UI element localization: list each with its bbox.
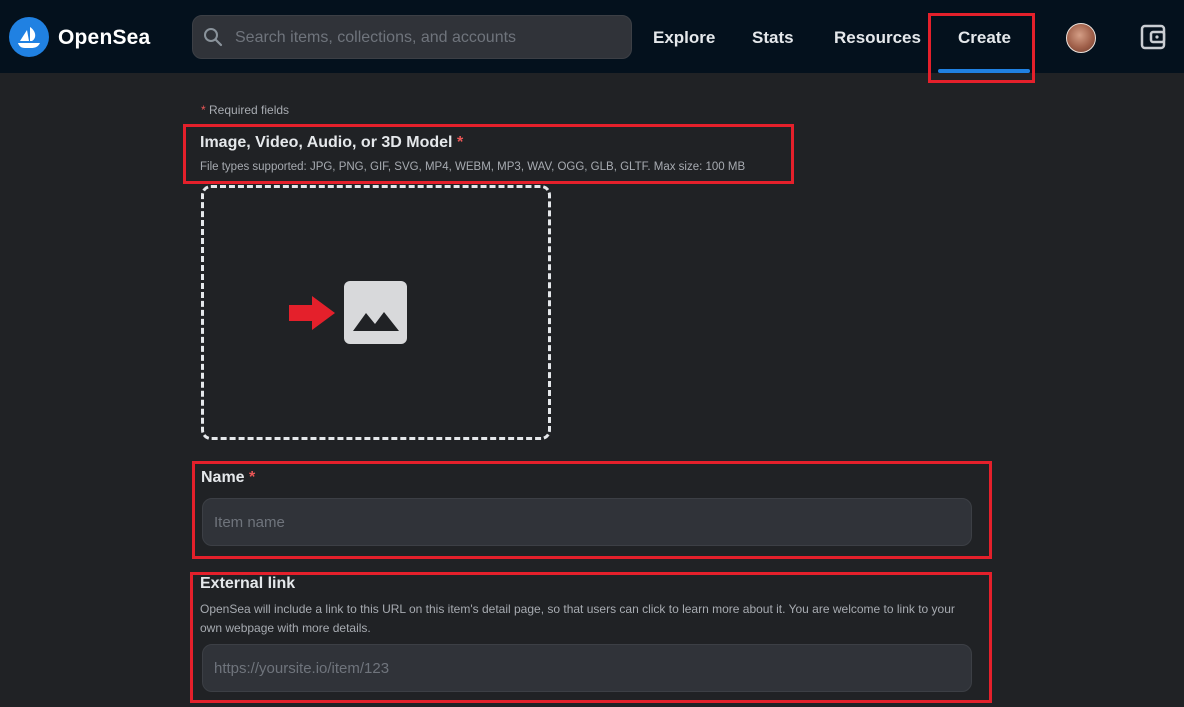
create-tab-highlight (928, 13, 1035, 83)
external-link-label: External link (200, 575, 296, 592)
name-label: Name * (201, 469, 255, 487)
external-link-input[interactable] (202, 644, 972, 692)
external-link-description: OpenSea will include a link to this URL … (200, 602, 955, 635)
opensea-logo-icon[interactable] (9, 17, 49, 57)
name-label-text: Name (201, 469, 245, 486)
item-name-input[interactable] (202, 498, 972, 546)
image-placeholder-icon[interactable] (344, 281, 407, 344)
nav-resources[interactable]: Resources (834, 28, 921, 48)
file-types-supported: File types supported: JPG, PNG, GIF, SVG… (200, 161, 746, 173)
arrow-right-icon (289, 296, 335, 330)
media-section-highlight (183, 124, 794, 184)
nav-stats[interactable]: Stats (752, 28, 794, 48)
media-label: Image, Video, Audio, or 3D Model * (200, 134, 463, 152)
media-label-text: Image, Video, Audio, or 3D Model (200, 134, 453, 151)
required-fields-note: * Required fields (201, 103, 289, 117)
name-required-star: * (249, 469, 256, 486)
required-star: * (201, 103, 206, 117)
wallet-icon[interactable] (1140, 24, 1166, 50)
nav-explore[interactable]: Explore (653, 28, 715, 48)
user-avatar[interactable] (1066, 23, 1096, 53)
search-icon (204, 28, 223, 47)
required-fields-text: Required fields (209, 103, 290, 117)
search-input[interactable] (233, 25, 617, 51)
brand-name[interactable]: OpenSea (58, 26, 150, 50)
search-bar[interactable] (192, 15, 632, 59)
media-required-star: * (456, 134, 464, 151)
